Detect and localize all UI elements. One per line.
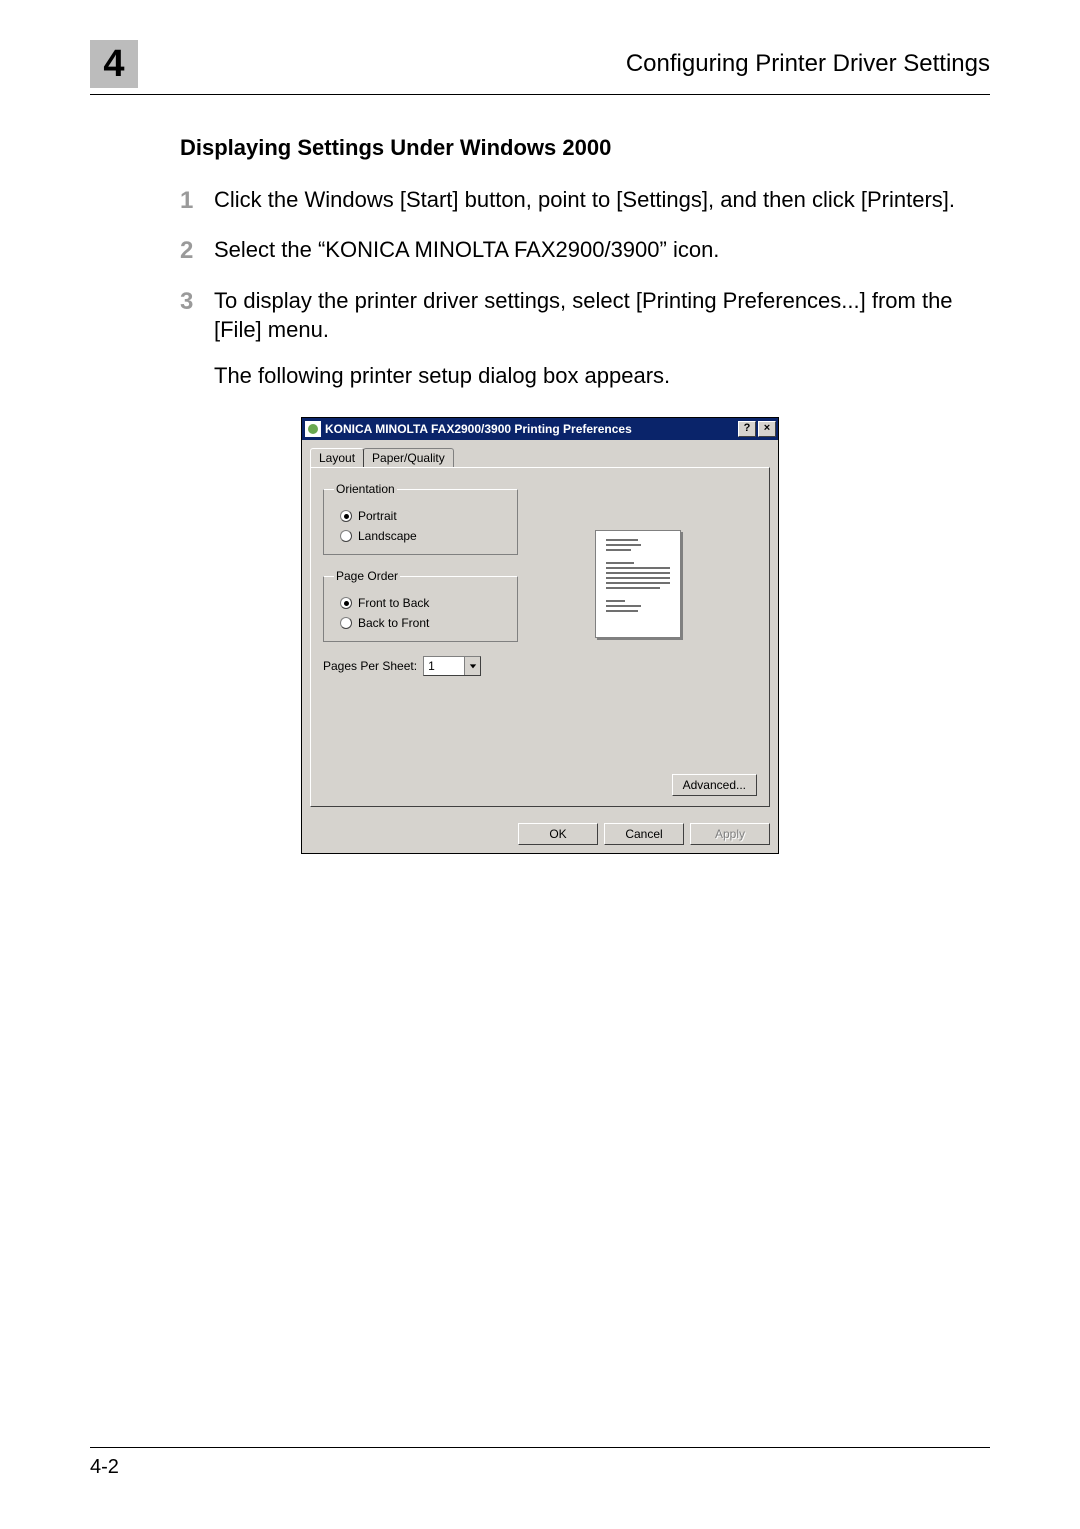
apply-button[interactable]: Apply [690, 823, 770, 845]
chapter-number: 4 [103, 43, 124, 86]
printing-preferences-dialog: KONICA MINOLTA FAX2900/3900 Printing Pre… [301, 417, 779, 854]
radio-icon [340, 597, 352, 609]
radio-portrait-label: Portrait [358, 509, 397, 523]
close-button[interactable]: × [758, 421, 776, 437]
layout-tab-panel: Orientation Portrait Landscape Pa [310, 467, 770, 807]
header-title: Configuring Printer Driver Settings [146, 50, 990, 78]
tab-paper-quality-label: Paper/Quality [372, 451, 445, 465]
page-order-legend: Page Order [334, 569, 400, 583]
chevron-down-icon [464, 657, 480, 675]
section-title: Displaying Settings Under Windows 2000 [180, 135, 990, 161]
step-item: 3 To display the printer driver settings… [180, 286, 990, 345]
radio-ftb-label: Front to Back [358, 596, 429, 610]
pages-per-sheet-select[interactable]: 1 [423, 656, 481, 676]
dialog-title: KONICA MINOLTA FAX2900/3900 Printing Pre… [325, 422, 736, 436]
advanced-button[interactable]: Advanced... [672, 774, 757, 796]
radio-icon [340, 530, 352, 542]
steps-list: 1 Click the Windows [Start] button, poin… [180, 185, 990, 389]
dialog-footer: OK Cancel Apply [302, 815, 778, 853]
page-footer: 4-2 [90, 1447, 990, 1479]
step-text: Click the Windows [Start] button, point … [214, 185, 990, 217]
step-number: 2 [180, 235, 214, 267]
printer-icon [305, 421, 321, 437]
tab-layout-label: Layout [319, 451, 355, 465]
radio-icon [340, 617, 352, 629]
radio-landscape-label: Landscape [358, 529, 417, 543]
help-button[interactable]: ? [738, 421, 756, 437]
step-text: To display the printer driver settings, … [214, 286, 990, 345]
step-text: Select the “KONICA MINOLTA FAX2900/3900”… [214, 235, 990, 267]
chapter-number-box: 4 [90, 40, 138, 88]
step-item: 2 Select the “KONICA MINOLTA FAX2900/390… [180, 235, 990, 267]
radio-icon [340, 510, 352, 522]
radio-btf-label: Back to Front [358, 616, 429, 630]
pages-per-sheet-label: Pages Per Sheet: [323, 659, 417, 673]
step-item: 1 Click the Windows [Start] button, poin… [180, 185, 990, 217]
step-note: The following printer setup dialog box a… [214, 363, 990, 389]
cancel-button[interactable]: Cancel [604, 823, 684, 845]
radio-front-to-back[interactable]: Front to Back [334, 593, 507, 613]
tab-layout[interactable]: Layout [310, 448, 364, 467]
orientation-group: Orientation Portrait Landscape [323, 482, 518, 555]
page-number: 4-2 [90, 1456, 119, 1478]
tab-strip: Layout Paper/Quality [310, 448, 770, 467]
radio-back-to-front[interactable]: Back to Front [334, 613, 507, 633]
page-order-group: Page Order Front to Back Back to Front [323, 569, 518, 642]
pages-per-sheet-value: 1 [424, 659, 464, 673]
step-number: 3 [180, 286, 214, 345]
tab-paper-quality[interactable]: Paper/Quality [363, 448, 454, 467]
radio-landscape[interactable]: Landscape [334, 526, 507, 546]
ok-button[interactable]: OK [518, 823, 598, 845]
page-preview [595, 530, 681, 638]
dialog-titlebar[interactable]: KONICA MINOLTA FAX2900/3900 Printing Pre… [302, 418, 778, 440]
pages-per-sheet-row: Pages Per Sheet: 1 [323, 656, 518, 676]
radio-portrait[interactable]: Portrait [334, 506, 507, 526]
step-number: 1 [180, 185, 214, 217]
orientation-legend: Orientation [334, 482, 397, 496]
page-header: 4 Configuring Printer Driver Settings [90, 40, 990, 95]
